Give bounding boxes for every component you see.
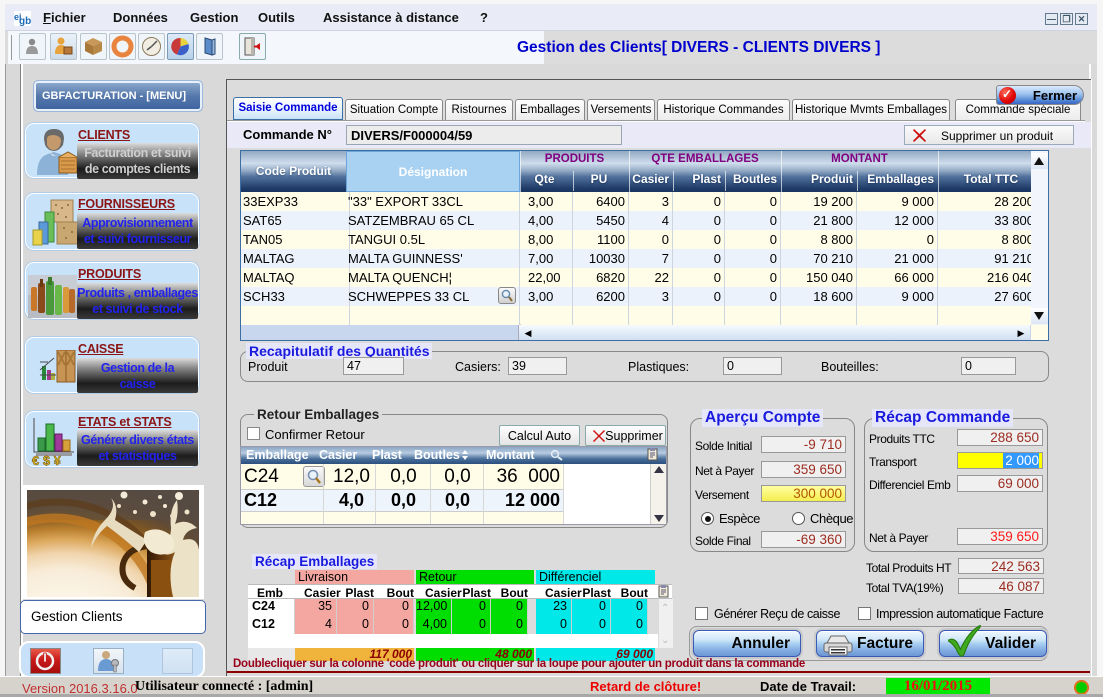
svg-text:€ $ ¥: € $ ¥ — [32, 453, 62, 466]
svg-text:gb: gb — [19, 16, 31, 26]
